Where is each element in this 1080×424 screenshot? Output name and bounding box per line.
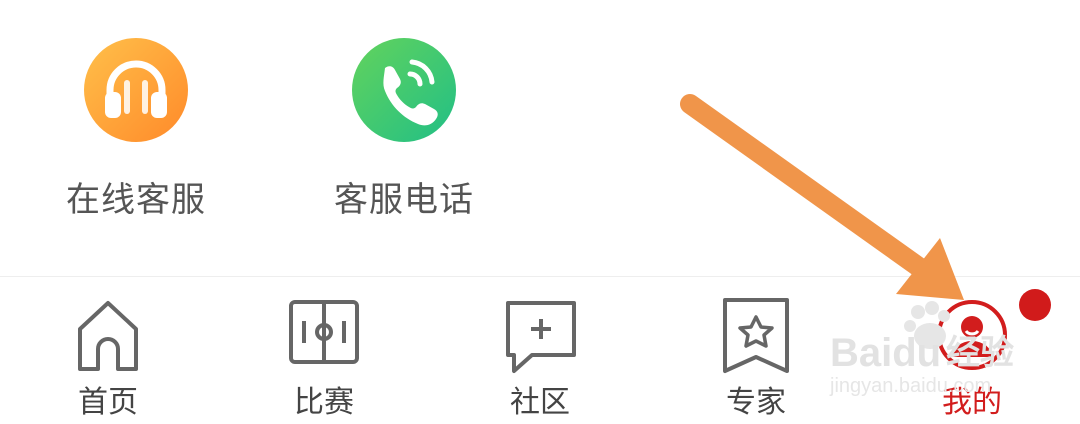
pointer-arrow	[680, 94, 964, 300]
